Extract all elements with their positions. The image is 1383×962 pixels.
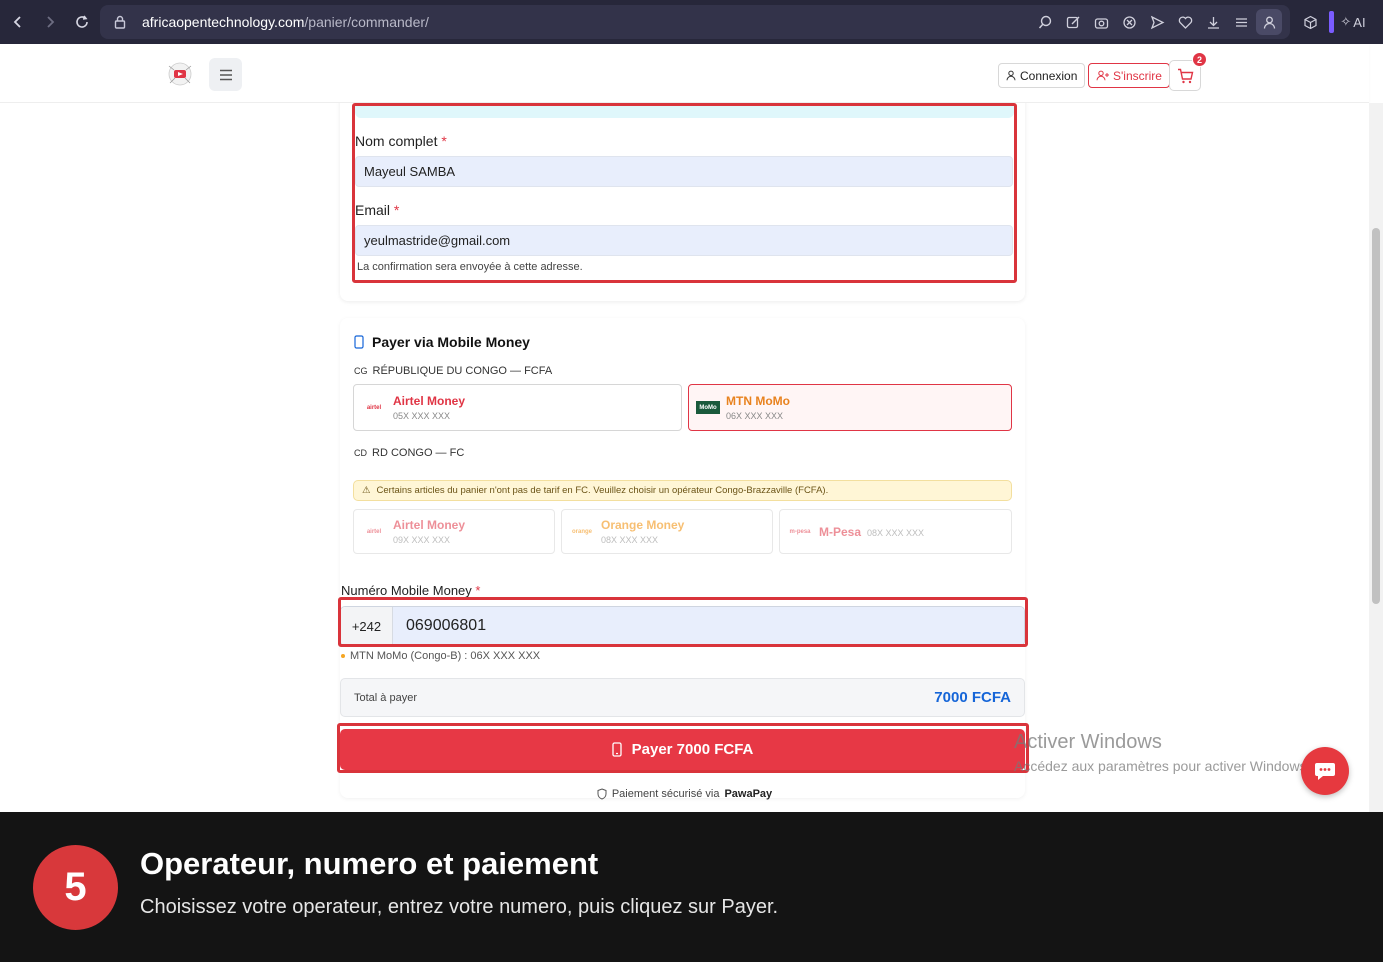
highlight-phone-field [338,597,1028,647]
operator-airtel-cg[interactable]: airtel Airtel Money 05X XXX XXX [353,384,682,431]
sidebar-indicator [1329,11,1334,33]
payment-title: Payer via Mobile Money [354,334,530,350]
banner-title: Operateur, numero et paiement [140,846,599,881]
camera-icon[interactable] [1088,9,1114,35]
secure-payment-note: Paiement sécurisé via PawaPay [0,788,1369,800]
operator-format: 05X XXX XXX [393,411,451,421]
shield-icon[interactable] [1116,9,1142,35]
address-bar[interactable]: africaopentechnology.com/panier/commande… [100,5,1290,39]
reload-icon[interactable] [68,8,96,36]
operator-format: 06X XXX XXX [726,411,784,421]
operator-mtn-cg[interactable]: MoMo MTN MoMo 06X XXX XXX [688,384,1012,431]
signup-label: S'inscrire [1113,68,1162,83]
operator-orange-cd[interactable]: orange Orange Money 08X XXX XXX [561,509,773,554]
download-icon[interactable] [1200,9,1226,35]
orange-money-logo-icon: orange [571,528,592,535]
airtel-logo-icon: airtel [366,528,382,535]
ai-button[interactable]: ✧ AI [1340,9,1366,35]
operator-name: Airtel Money [393,518,466,532]
country-cd-label: CD RD CONGO — FC [354,447,465,459]
operator-name: Orange Money [601,518,685,532]
highlight-pay-button [337,723,1029,773]
phone-icon [354,335,364,349]
checkout-content: Nom complet * Mayeul SAMBA Email * yeulm… [0,103,1369,812]
chat-icon [1315,763,1335,780]
operator-mpesa-cd[interactable]: m-pesa M-Pesa 08X XXX XXX [779,509,1012,554]
warning-icon: ⚠ [362,485,371,496]
shield-icon [597,788,607,800]
tutorial-banner: 5 Operateur, numero et paiement Choisiss… [0,812,1383,962]
phone-label: Numéro Mobile Money * [341,583,481,598]
operator-format: 08X XXX XXX [867,527,925,538]
search-icon[interactable] [1032,9,1058,35]
login-button[interactable]: Connexion [998,63,1086,88]
email-field[interactable]: yeulmastride@gmail.com [355,225,1013,256]
operator-name: MTN MoMo [726,394,790,408]
windows-activation-watermark: Activer Windows Accédez aux paramètres p… [1014,731,1311,774]
name-label: Nom complet * [355,133,447,149]
airtel-logo-icon: airtel [366,404,382,411]
back-icon[interactable] [4,8,32,36]
heart-icon[interactable] [1172,9,1198,35]
signup-button[interactable]: S'inscrire [1088,63,1170,88]
currency-warning: ⚠ Certains articles du panier n'ont pas … [353,480,1012,501]
extension-cube-icon[interactable] [1297,9,1323,35]
user-plus-icon [1096,70,1109,81]
mtn-momo-logo-icon: MoMo [696,401,720,414]
total-label: Total à payer [354,692,417,704]
menu-list-icon[interactable] [1228,9,1254,35]
operator-name: Airtel Money [393,394,466,408]
cart-icon [1177,68,1193,83]
scrollbar-thumb[interactable] [1372,228,1380,604]
operator-name: M-Pesa [819,524,862,539]
operator-airtel-cd[interactable]: airtel Airtel Money 09X XXX XXX [353,509,555,554]
lock-icon [112,14,128,30]
profile-icon[interactable] [1256,9,1282,35]
country-cg-label: CG RÉPUBLIQUE DU CONGO — FCFA [354,365,553,377]
operator-format: 08X XXX XXX [601,535,659,545]
mpesa-logo-icon: m-pesa [789,528,811,535]
chat-button[interactable] [1301,747,1349,795]
user-icon [1006,70,1016,81]
email-label: Email * [355,202,400,218]
banner-subtitle: Choisissez votre operateur, entrez votre… [140,896,779,918]
site-logo[interactable] [166,60,194,88]
forward-icon[interactable] [36,8,64,36]
cart-count-badge: 2 [1192,52,1207,67]
total-box: Total à payer 7000 FCFA [340,678,1025,717]
total-value: 7000 FCFA [934,689,1011,706]
send-icon[interactable] [1144,9,1170,35]
menu-hamburger-icon[interactable] [209,58,242,91]
sparkle-icon: ✧ [1340,14,1352,29]
login-label: Connexion [1020,68,1078,83]
name-field[interactable]: Mayeul SAMBA [355,156,1013,187]
browser-toolbar: africaopentechnology.com/panier/commande… [0,0,1383,44]
email-hint: La confirmation sera envoyée à cette adr… [357,261,583,273]
dot-icon [341,654,345,658]
edit-icon[interactable] [1060,9,1086,35]
url-text: africaopentechnology.com/panier/commande… [142,14,429,30]
step-number: 5 [33,845,118,930]
operator-format: 09X XXX XXX [393,535,451,545]
site-header: Connexion S'inscrire 2 [0,44,1369,103]
phone-hint: MTN MoMo (Congo-B) : 06X XXX XXX [341,650,540,662]
highlight-customer-fields [352,103,1017,283]
